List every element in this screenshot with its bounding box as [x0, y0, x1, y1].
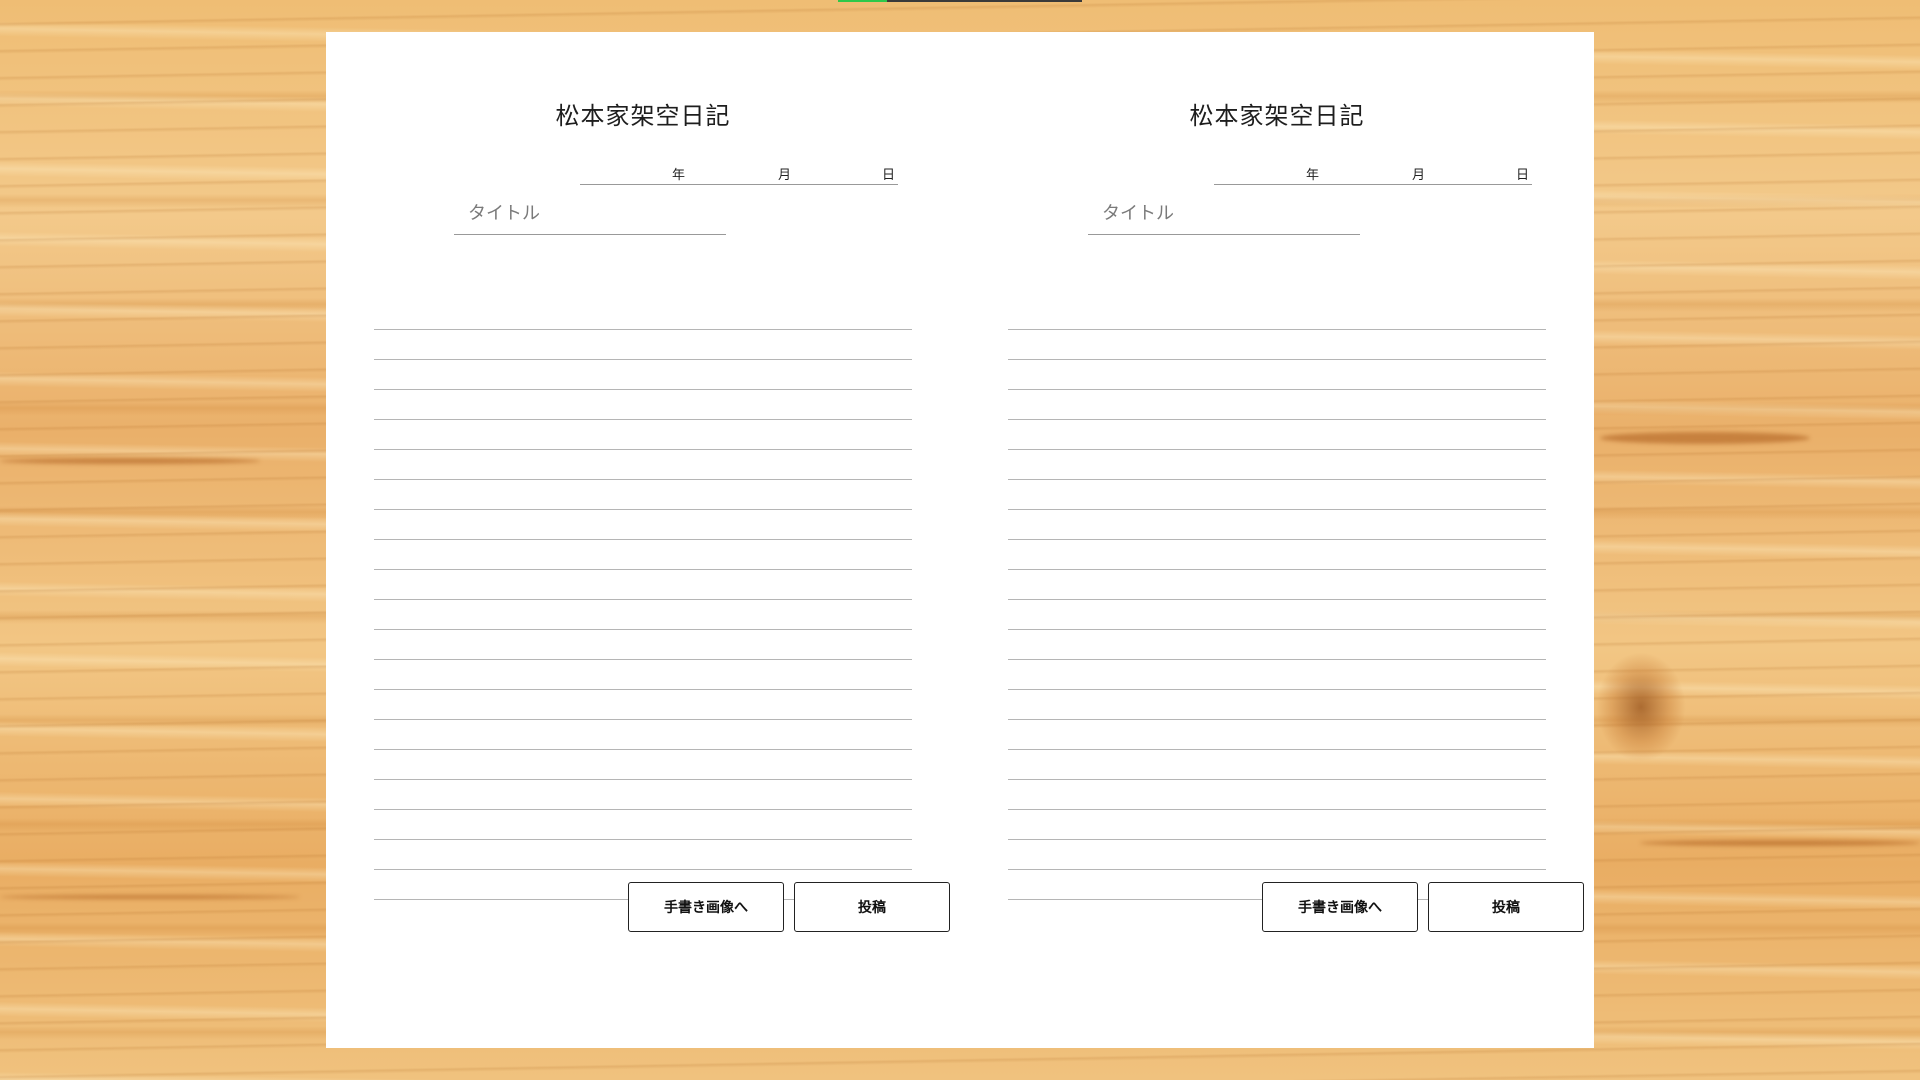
loading-progress-fill — [838, 0, 887, 2]
post-button[interactable]: 投稿 — [1428, 882, 1584, 932]
diary-page-left: 松本家架空日記 年 月 日 手書き画像へ 投稿 — [326, 32, 960, 1048]
wood-grain-streak — [0, 895, 300, 899]
diary-body-lines — [374, 300, 912, 904]
handwriting-image-button[interactable]: 手書き画像へ — [628, 882, 784, 932]
post-button[interactable]: 投稿 — [794, 882, 950, 932]
wood-grain-streak — [0, 458, 260, 464]
date-row[interactable]: 年 月 日 — [580, 160, 898, 185]
diary-heading: 松本家架空日記 — [1189, 102, 1365, 130]
diary-body-lines — [1008, 300, 1546, 904]
date-day-label: 日 — [882, 168, 896, 183]
diary-sheet: 松本家架空日記 年 月 日 手書き画像へ 投稿 松本家架空日記 年 月 日 手書… — [326, 32, 1594, 1048]
wood-grain-streak — [1640, 840, 1920, 846]
handwriting-image-button[interactable]: 手書き画像へ — [1262, 882, 1418, 932]
loading-progress-bar — [838, 0, 1082, 2]
title-field — [1088, 192, 1360, 235]
wood-grain-streak — [1600, 432, 1810, 444]
date-year-label: 年 — [1306, 168, 1320, 183]
diary-body-textarea[interactable] — [374, 300, 912, 904]
date-month-label: 月 — [778, 168, 792, 183]
diary-page-right: 松本家架空日記 年 月 日 手書き画像へ 投稿 — [960, 32, 1594, 1048]
date-month-label: 月 — [1412, 168, 1426, 183]
date-row[interactable]: 年 月 日 — [1214, 160, 1532, 185]
date-year-label: 年 — [672, 168, 686, 183]
wood-knot — [1596, 652, 1686, 762]
diary-heading: 松本家架空日記 — [555, 102, 731, 130]
diary-body-textarea[interactable] — [1008, 300, 1546, 904]
title-input[interactable] — [1088, 192, 1360, 234]
title-input[interactable] — [454, 192, 726, 234]
date-day-label: 日 — [1516, 168, 1530, 183]
title-field — [454, 192, 726, 235]
